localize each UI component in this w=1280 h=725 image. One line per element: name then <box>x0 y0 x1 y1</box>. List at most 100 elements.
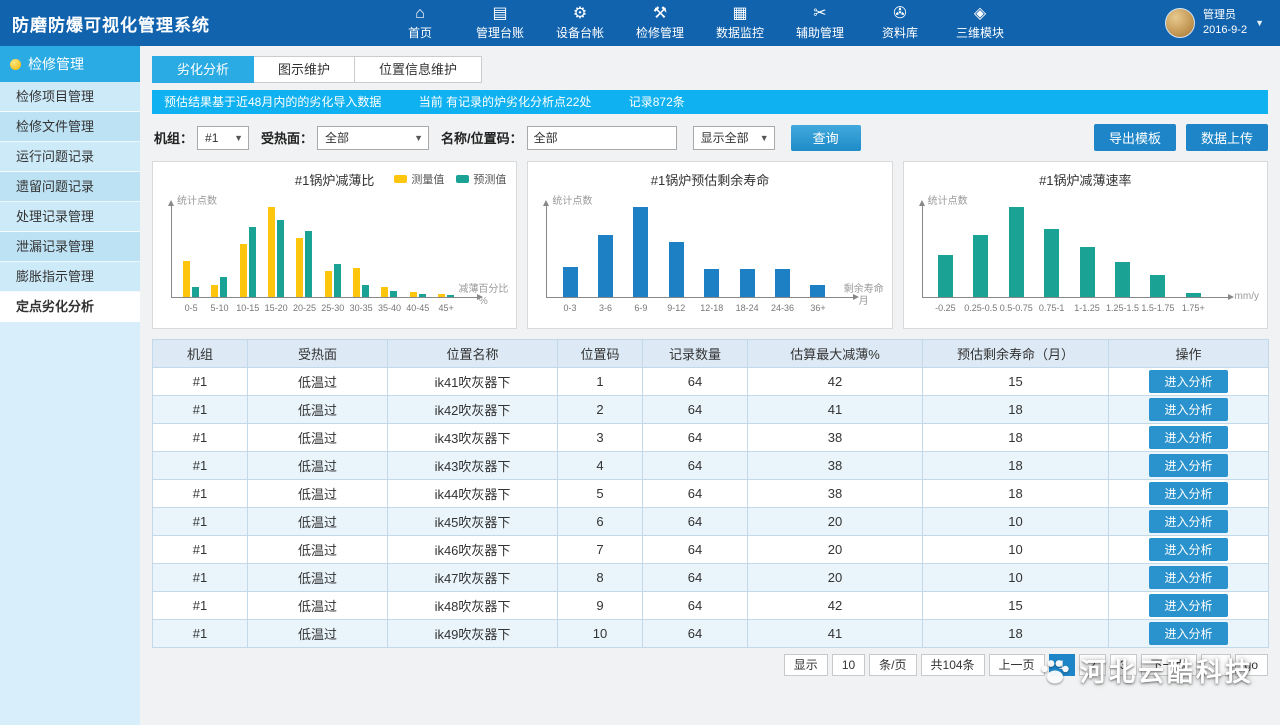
page-button-1[interactable]: 1 <box>1049 654 1076 676</box>
max-wear-cell: 42 <box>748 592 923 620</box>
enter-analysis-button[interactable]: 进入分析 <box>1149 398 1227 421</box>
prev-page-button[interactable]: 上一页 <box>989 654 1045 676</box>
nav-item-equipment-ledger[interactable]: ⚙设备台帐 <box>540 0 620 46</box>
tab-location-info-maintenance[interactable]: 位置信息维护 <box>355 56 482 83</box>
table-cell: #1 <box>153 564 248 592</box>
enter-analysis-button[interactable]: 进入分析 <box>1149 482 1227 505</box>
sidebar: 检修管理 检修项目管理检修文件管理运行问题记录遗留问题记录处理记录管理泄漏记录管… <box>0 46 140 725</box>
bars <box>552 202 835 297</box>
table-cell: 4 <box>558 452 643 480</box>
show-all-select[interactable]: 显示全部 ▼ <box>693 126 775 150</box>
tab-degradation-analysis[interactable]: 劣化分析 <box>152 56 254 83</box>
table-cell: 3 <box>558 424 643 452</box>
bar <box>362 285 369 297</box>
table-cell: 64 <box>643 452 748 480</box>
x-tick-label: 5-10 <box>205 303 233 313</box>
table-row: #1低温过ik45吹灰器下6642010进入分析 <box>153 508 1269 536</box>
action-cell: 进入分析 <box>1109 536 1269 564</box>
sidebar-item-legacy-issue-records[interactable]: 遗留问题记录 <box>0 172 140 202</box>
x-tick-label: 35-40 <box>375 303 403 313</box>
nav-item-auxiliary-management[interactable]: ✂辅助管理 <box>780 0 860 46</box>
goto-page-input[interactable] <box>1201 654 1231 676</box>
nav-item-data-library[interactable]: ✇资料库 <box>860 0 940 46</box>
nav-item-management-ledger[interactable]: ▤管理台账 <box>460 0 540 46</box>
page-size-select[interactable]: 10 <box>832 654 865 676</box>
chevron-down-icon: ▼ <box>414 133 423 143</box>
page-button-3[interactable]: 3 <box>1110 654 1137 676</box>
go-button[interactable]: go <box>1235 654 1268 676</box>
bar <box>973 235 988 297</box>
sidebar-item-operation-issue-records[interactable]: 运行问题记录 <box>0 142 140 172</box>
x-tick-label: 12-18 <box>694 303 729 313</box>
sidebar-menu: 检修项目管理检修文件管理运行问题记录遗留问题记录处理记录管理泄漏记录管理膨胀指示… <box>0 82 140 322</box>
table-cell: 64 <box>643 536 748 564</box>
table-cell: 2 <box>558 396 643 424</box>
enter-analysis-button[interactable]: 进入分析 <box>1149 622 1227 645</box>
bar-group <box>765 269 800 297</box>
bar-group <box>290 231 318 297</box>
bar-chart: 统计点数 -0.250.25-0.50.5-0.750.75-11-1.251.… <box>912 192 1259 324</box>
bar <box>353 268 360 297</box>
remaining-life-cell: 18 <box>923 396 1109 424</box>
user-area[interactable]: 管理员 2016-9-2 ▼ <box>1165 8 1280 38</box>
enter-analysis-button[interactable]: 进入分析 <box>1149 566 1227 589</box>
x-tick-label: 24-36 <box>765 303 800 313</box>
enter-analysis-button[interactable]: 进入分析 <box>1149 426 1227 449</box>
x-tick-label: 0.25-0.5 <box>963 303 998 313</box>
sidebar-item-repair-file-management[interactable]: 检修文件管理 <box>0 112 140 142</box>
nav-item-home[interactable]: ⌂首页 <box>380 0 460 46</box>
table-cell: 低温过 <box>248 536 388 564</box>
sidebar-item-fixed-point-degradation-analysis[interactable]: 定点劣化分析 <box>0 292 140 322</box>
bar-group <box>623 207 658 297</box>
sidebar-item-repair-project-management[interactable]: 检修项目管理 <box>0 82 140 112</box>
bar-group <box>659 242 694 297</box>
next-page-button[interactable]: 下一页 <box>1141 654 1197 676</box>
chevron-down-icon[interactable]: ▼ <box>1255 18 1264 28</box>
bar <box>598 235 613 297</box>
enter-analysis-button[interactable]: 进入分析 <box>1149 594 1227 617</box>
bar <box>740 269 755 297</box>
chart-panel-thinning-ratio: #1锅炉减薄比 测量值 预测值 统计点数 0-55-1010-1515-2020… <box>152 161 517 329</box>
bar <box>381 287 388 297</box>
enter-analysis-button[interactable]: 进入分析 <box>1149 454 1227 477</box>
user-avatar[interactable] <box>1165 8 1195 38</box>
tab-diagram-maintenance[interactable]: 图示维护 <box>254 56 355 83</box>
nav-item-data-monitoring[interactable]: ▦数据监控 <box>700 0 780 46</box>
table-row: #1低温过ik47吹灰器下8642010进入分析 <box>153 564 1269 592</box>
table-cell: 64 <box>643 564 748 592</box>
analysis-table: 机组受热面位置名称位置码记录数量估算最大减薄%预估剩余寿命（月）操作 #1低温过… <box>152 339 1269 648</box>
action-cell: 进入分析 <box>1109 368 1269 396</box>
bar <box>1044 229 1059 297</box>
table-cell: #1 <box>153 424 248 452</box>
table-cell: 8 <box>558 564 643 592</box>
query-button[interactable]: 查询 <box>791 125 861 151</box>
action-cell: 进入分析 <box>1109 592 1269 620</box>
nav-item-3d-module[interactable]: ◈三维模块 <box>940 0 1020 46</box>
bar-chart: 统计点数 0-33-66-99-1212-1818-2424-3636+ 剩余寿… <box>536 192 883 324</box>
table-cell: 低温过 <box>248 480 388 508</box>
action-cell: 进入分析 <box>1109 508 1269 536</box>
data-upload-button[interactable]: 数据上传 <box>1186 124 1268 151</box>
table-cell: 9 <box>558 592 643 620</box>
per-page-label: 条/页 <box>869 654 916 676</box>
bar <box>563 267 578 297</box>
page-button-2[interactable]: 2 <box>1079 654 1106 676</box>
sidebar-item-leakage-records-management[interactable]: 泄漏记录管理 <box>0 232 140 262</box>
chart-title: #1锅炉减薄速率 <box>904 170 1267 189</box>
enter-analysis-button[interactable]: 进入分析 <box>1149 538 1227 561</box>
name-code-input[interactable] <box>527 126 677 150</box>
column-header: 受热面 <box>248 340 388 368</box>
sidebar-item-handling-records-management[interactable]: 处理记录管理 <box>0 202 140 232</box>
sidebar-item-expansion-indicator-management[interactable]: 膨胀指示管理 <box>0 262 140 292</box>
chevron-down-icon: ▼ <box>760 133 769 143</box>
enter-analysis-button[interactable]: 进入分析 <box>1149 370 1227 393</box>
surface-select[interactable]: 全部 ▼ <box>317 126 429 150</box>
x-tick-label: 15-20 <box>262 303 290 313</box>
nav-item-maintenance-management[interactable]: ⚒检修管理 <box>620 0 700 46</box>
column-header: 位置名称 <box>388 340 558 368</box>
export-template-button[interactable]: 导出模板 <box>1094 124 1176 151</box>
enter-analysis-button[interactable]: 进入分析 <box>1149 510 1227 533</box>
x-tick-label: 6-9 <box>623 303 658 313</box>
unit-select[interactable]: #1 ▼ <box>197 126 249 150</box>
bar <box>277 220 284 297</box>
